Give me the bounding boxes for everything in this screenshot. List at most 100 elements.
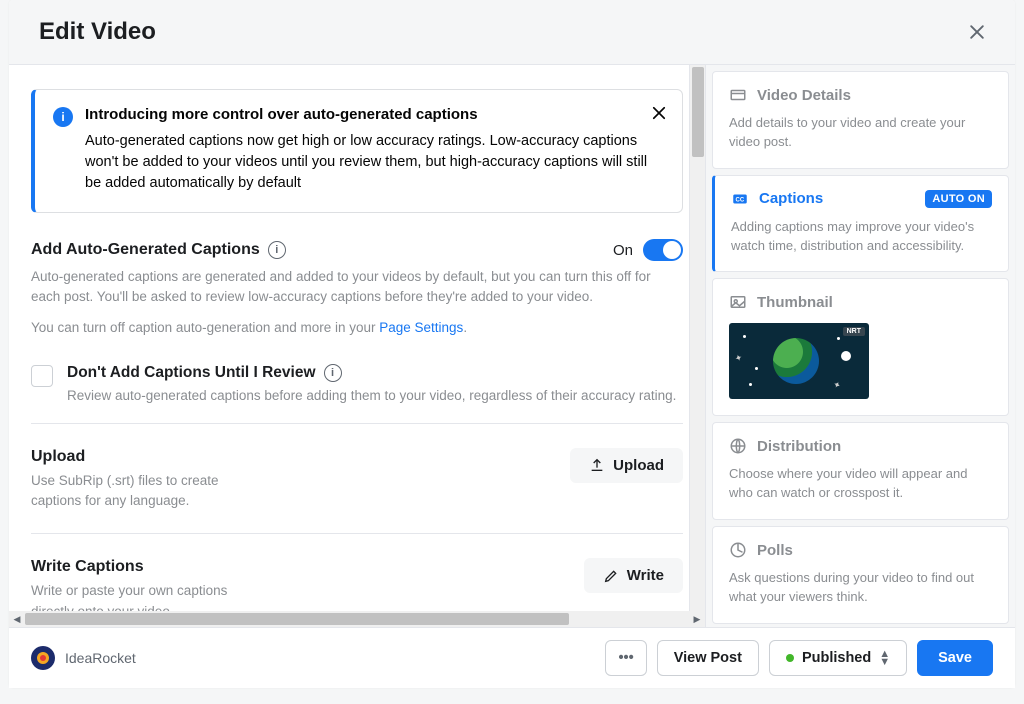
hscroll-track[interactable]	[25, 611, 689, 627]
author-name: IdeaRocket	[65, 650, 136, 666]
autogen-title-text: Add Auto-Generated Captions	[31, 241, 260, 259]
author-avatar	[31, 646, 55, 670]
distribution-icon	[729, 437, 747, 455]
autogen-desc-2: You can turn off caption auto-generation…	[31, 318, 683, 338]
autogen-section-header: Add Auto-Generated Captions i On	[31, 239, 683, 261]
upload-section: Upload Use SubRip (.srt) files to create…	[31, 424, 683, 535]
left-column-wrap: i Introducing more control over auto-gen…	[9, 65, 705, 627]
info-banner-text: Auto-generated captions now get high or …	[85, 131, 664, 194]
sidebar-card-polls[interactable]: Polls Ask questions during your video to…	[712, 526, 1009, 624]
review-check-title: Don't Add Captions Until I Review i	[67, 364, 676, 382]
sort-icon: ▲▼	[879, 650, 890, 666]
sidebar-card-distribution[interactable]: Distribution Choose where your video wil…	[712, 422, 1009, 520]
upload-text: Upload Use SubRip (.srt) files to create…	[31, 448, 271, 512]
ellipsis-icon: •••	[618, 650, 633, 666]
save-button[interactable]: Save	[917, 640, 993, 676]
review-check-content: Don't Add Captions Until I Review i Revi…	[67, 364, 676, 403]
card-head: Thumbnail	[729, 293, 992, 311]
moon-graphic	[841, 351, 851, 361]
hscroll-right-arrow-icon[interactable]: ▶	[689, 611, 705, 627]
polls-title: Polls	[757, 542, 793, 559]
card-head-left: Thumbnail	[729, 293, 833, 311]
view-post-button[interactable]: View Post	[657, 640, 759, 676]
thumbnail-tag: NRT	[843, 327, 865, 336]
modal-header: Edit Video	[9, 0, 1015, 65]
hscroll-left-arrow-icon[interactable]: ◀	[9, 611, 25, 627]
upload-button[interactable]: Upload	[570, 448, 683, 483]
published-button[interactable]: Published ▲▼	[769, 640, 907, 676]
banner-close-icon[interactable]	[650, 104, 668, 122]
star-graphic	[837, 337, 840, 340]
vertical-scrollbar[interactable]	[689, 65, 705, 627]
left-column: i Introducing more control over auto-gen…	[9, 65, 705, 627]
captions-title: Captions	[759, 190, 823, 207]
toggle-label: On	[613, 242, 633, 259]
modal-body: i Introducing more control over auto-gen…	[9, 65, 1015, 627]
hscroll-thumb[interactable]	[25, 613, 569, 625]
footer-actions: ••• View Post Published ▲▼ Save	[605, 640, 993, 676]
thumbnail-title: Thumbnail	[757, 294, 833, 311]
write-button-label: Write	[627, 567, 664, 584]
captions-desc: Adding captions may improve your video's…	[731, 218, 992, 256]
status-dot-icon	[786, 654, 794, 662]
video-details-title: Video Details	[757, 87, 851, 104]
card-head: Polls	[729, 541, 992, 559]
page-settings-link[interactable]: Page Settings	[379, 320, 463, 335]
save-label: Save	[938, 650, 972, 666]
star-graphic	[755, 367, 758, 370]
autogen-desc-2-prefix: You can turn off caption auto-generation…	[31, 320, 379, 335]
help-icon[interactable]: i	[268, 241, 286, 259]
review-check-title-text: Don't Add Captions Until I Review	[67, 364, 316, 382]
polls-desc: Ask questions during your video to find …	[729, 569, 992, 607]
help-icon[interactable]: i	[324, 364, 342, 382]
card-head-left: Video Details	[729, 86, 851, 104]
star-graphic	[743, 335, 746, 338]
upload-icon	[589, 457, 605, 473]
right-sidebar: Video Details Add details to your video …	[705, 65, 1015, 627]
write-title: Write Captions	[31, 558, 271, 576]
close-icon[interactable]	[967, 22, 987, 42]
card-head-left: Polls	[729, 541, 793, 559]
upload-button-label: Upload	[613, 457, 664, 474]
author-chip[interactable]: IdeaRocket	[31, 646, 136, 670]
modal-title: Edit Video	[39, 18, 156, 46]
autogen-toggle-wrap: On	[613, 239, 683, 261]
video-thumbnail[interactable]: NRT ✦ ✦	[729, 323, 869, 399]
svg-text:CC: CC	[736, 197, 745, 203]
video-details-icon	[729, 86, 747, 104]
distribution-desc: Choose where your video will appear and …	[729, 465, 992, 503]
info-banner: i Introducing more control over auto-gen…	[31, 89, 683, 213]
earth-graphic	[773, 338, 819, 384]
card-head-left: Distribution	[729, 437, 841, 455]
vertical-scrollbar-thumb[interactable]	[692, 67, 704, 157]
info-icon: i	[53, 107, 73, 127]
sidebar-card-captions[interactable]: CC Captions AUTO ON Adding captions may …	[712, 175, 1009, 273]
captions-icon: CC	[731, 190, 749, 208]
published-label: Published	[802, 650, 871, 666]
write-button[interactable]: Write	[584, 558, 683, 593]
modal-footer: IdeaRocket ••• View Post Published ▲▼ Sa…	[9, 627, 1015, 688]
sidebar-card-thumbnail[interactable]: Thumbnail NRT ✦ ✦	[712, 278, 1009, 416]
auto-on-badge: AUTO ON	[925, 190, 992, 208]
card-head: CC Captions AUTO ON	[731, 190, 992, 208]
card-head-left: CC Captions	[731, 190, 823, 208]
pencil-icon	[603, 568, 619, 584]
card-head: Video Details	[729, 86, 992, 104]
thumbnail-icon	[729, 293, 747, 311]
horizontal-scrollbar[interactable]: ◀ ▶	[9, 611, 705, 627]
review-check-row: Don't Add Captions Until I Review i Revi…	[31, 364, 683, 424]
review-checkbox[interactable]	[31, 365, 53, 387]
sidebar-card-video-details[interactable]: Video Details Add details to your video …	[712, 71, 1009, 169]
more-options-button[interactable]: •••	[605, 640, 646, 676]
view-post-label: View Post	[674, 650, 742, 666]
info-banner-content: Introducing more control over auto-gener…	[85, 106, 664, 194]
edit-video-modal: Edit Video i Introducing more control ov…	[9, 0, 1015, 688]
autogen-desc-1: Auto-generated captions are generated an…	[31, 267, 683, 308]
upload-desc: Use SubRip (.srt) files to create captio…	[31, 471, 271, 512]
toggle-knob	[663, 241, 681, 259]
autogen-desc-2-suffix: .	[463, 320, 467, 335]
card-head: Distribution	[729, 437, 992, 455]
satellite-graphic: ✦	[733, 352, 744, 365]
autogen-toggle[interactable]	[643, 239, 683, 261]
upload-title: Upload	[31, 448, 271, 466]
